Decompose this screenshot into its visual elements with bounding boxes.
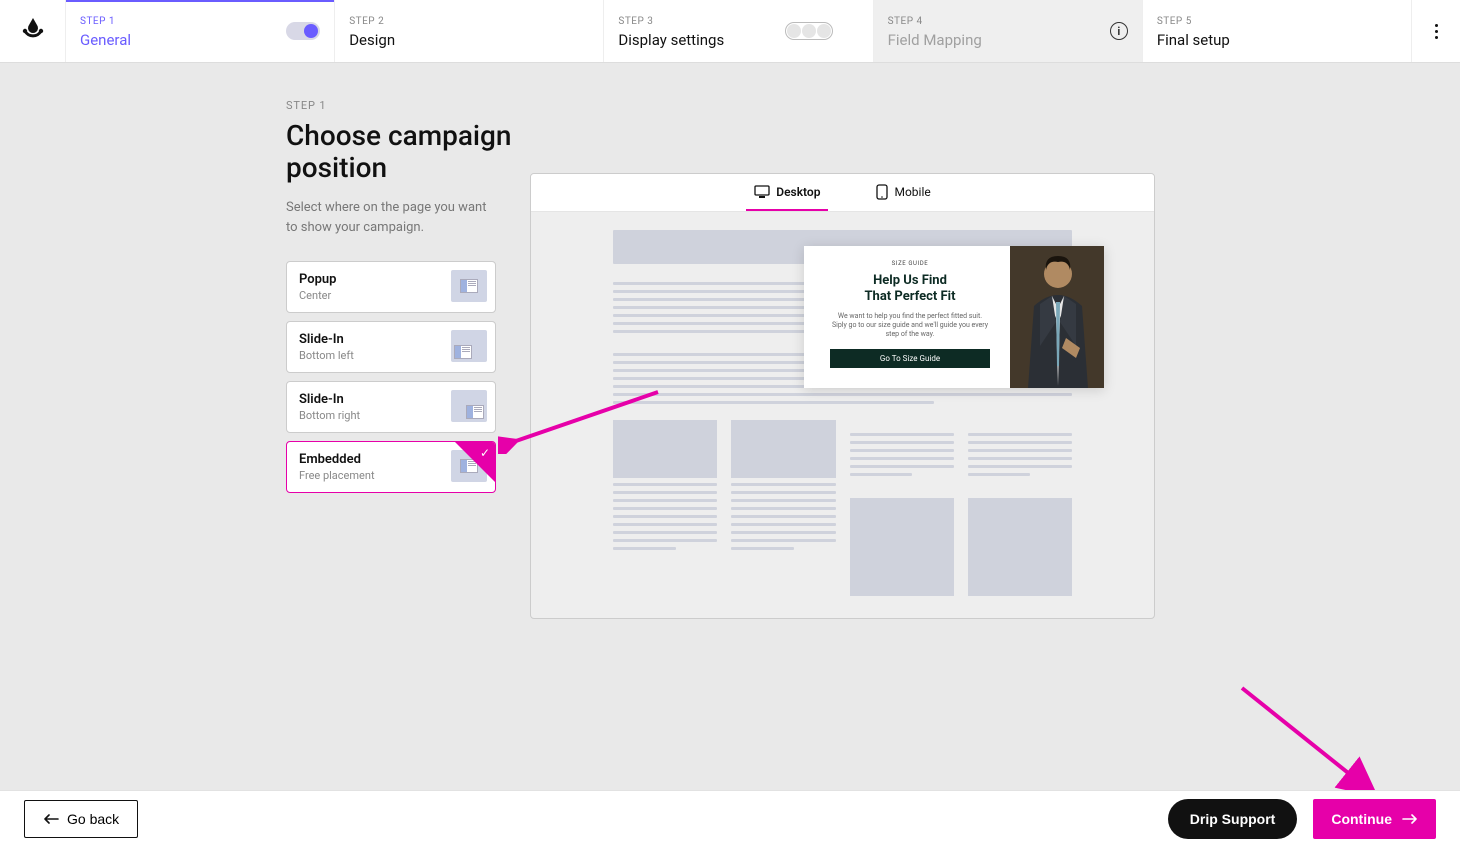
arrow-left-icon [43,814,59,824]
preview-device-tabs: Desktop Mobile [531,174,1154,212]
continue-label: Continue [1331,811,1392,827]
step-title: Field Mapping [888,31,1128,49]
step-label: STEP 1 [80,16,320,27]
kebab-icon [1435,24,1438,39]
step-label: STEP 5 [1157,16,1397,27]
tab-mobile-label: Mobile [894,185,930,199]
page-description: Select where on the page you want to sho… [286,198,496,237]
option-thumb-icon [451,390,487,422]
step-title: General [80,31,320,49]
step-3-display-settings[interactable]: STEP 3 Display settings [604,0,873,62]
option-slidein-bottom-right[interactable]: Slide-In Bottom right [286,381,496,433]
option-thumb-icon [451,330,487,362]
promo-headline: Help Us FindThat Perfect Fit [864,273,955,304]
tab-desktop[interactable]: Desktop [746,174,828,211]
step-2-design[interactable]: STEP 2 Design [335,0,604,62]
drip-support-button[interactable]: Drip Support [1168,799,1298,839]
tab-mobile[interactable]: Mobile [868,174,938,211]
step-4-field-mapping: STEP 4 Field Mapping i [874,0,1143,62]
placeholder-columns [613,420,1072,596]
footer-bar: Go back Drip Support Continue [0,790,1460,847]
position-options: Popup Center Slide-In Bottom left Slide-… [286,261,496,493]
stepper: STEP 1 General STEP 2 Design STEP 3 Disp… [0,0,1460,63]
promo-image [1010,246,1104,388]
man-in-suit-icon [1010,246,1104,388]
desktop-icon [754,185,770,199]
overflow-menu[interactable] [1412,0,1460,62]
go-back-button[interactable]: Go back [24,800,138,838]
step-1-general[interactable]: STEP 1 General [66,0,335,62]
step-sublabel: STEP 1 [286,99,1460,112]
option-embedded-free-placement[interactable]: Embedded Free placement ✓ [286,441,496,493]
drip-logo-icon [20,17,46,45]
step-toggle[interactable] [286,22,320,40]
preview-pane: Desktop Mobile SIZE GUID [530,173,1155,619]
step-label: STEP 4 [888,16,1128,27]
option-popup-center[interactable]: Popup Center [286,261,496,313]
mobile-icon [876,184,888,200]
arrow-right-icon [1402,814,1418,824]
continue-button[interactable]: Continue [1313,799,1436,839]
step-title: Design [349,31,589,49]
promo-card: SIZE GUIDE Help Us FindThat Perfect Fit … [804,246,1104,388]
tab-desktop-label: Desktop [776,185,820,199]
option-thumb-icon [451,270,487,302]
go-back-label: Go back [67,811,119,827]
step-label: STEP 2 [349,16,589,27]
step-5-final-setup[interactable]: STEP 5 Final setup [1143,0,1412,62]
step-title: Final setup [1157,31,1397,49]
promo-body: We want to help you find the perfect fit… [830,312,990,339]
promo-cta-button[interactable]: Go To Size Guide [830,349,990,368]
check-icon: ✓ [480,446,490,460]
main-content: STEP 1 Choose campaign position Select w… [0,63,1460,790]
step-triple-pill [785,22,833,40]
info-icon[interactable]: i [1110,22,1128,40]
promo-eyebrow: SIZE GUIDE [892,260,929,267]
logo[interactable] [0,0,66,62]
page-title: Choose campaign position [286,120,546,184]
option-slidein-bottom-left[interactable]: Slide-In Bottom left [286,321,496,373]
